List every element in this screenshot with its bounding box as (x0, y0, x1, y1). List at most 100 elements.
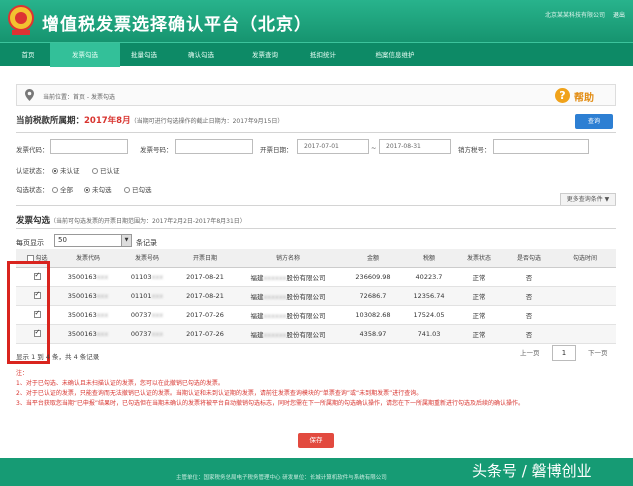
radio-unauthenticated[interactable]: 未认证 (52, 165, 80, 175)
redacted-text: xxxxxx (263, 311, 287, 320)
radio-all[interactable]: 全部 (52, 184, 73, 194)
nav-item-archive-maintenance[interactable]: 档案信息维护 (360, 43, 430, 67)
cell-number: 00737xxx (118, 305, 176, 325)
cell-amount: 4358.97 (342, 324, 404, 344)
col-selected: 是否勾选 (504, 249, 554, 268)
page-number-input[interactable]: 1 (552, 345, 576, 361)
tax-emblem-icon (8, 5, 34, 35)
tax-period: 当前税款所属期：2017年8月（当期可进行勾选操作的截止日期为：2017年9月1… (16, 114, 283, 126)
cell-tax: 12356.74 (404, 286, 454, 306)
auth-status-label: 认证状态： (16, 167, 49, 175)
invoice-number-input[interactable] (175, 139, 253, 154)
table-row[interactable]: 3500163 xxx 00737xxx 2017-07-26 福建xxxxxx股… (16, 305, 616, 325)
per-page-value: 50 (58, 236, 67, 244)
seller-tax-input[interactable] (493, 139, 589, 154)
col-amount: 金额 (342, 249, 404, 268)
nav-item-deduction-stats[interactable]: 抵扣统计 (298, 43, 348, 67)
redacted-text: xxx (96, 329, 109, 338)
nav-item-confirm-select[interactable]: 确认勾选 (176, 43, 226, 67)
seller-text: 福建 (250, 330, 264, 339)
cell-selected: 否 (504, 286, 554, 306)
location-pin-icon (25, 89, 34, 101)
seller-text: 福建 (250, 311, 264, 320)
nav-item-invoice-query[interactable]: 发票查询 (240, 43, 290, 67)
cell-selected: 否 (504, 305, 554, 325)
radio-unchecked[interactable]: 未勾选 (84, 184, 112, 194)
redacted-text: xxxxxx (263, 273, 287, 282)
invoice-number-label: 发票号码： (140, 146, 173, 154)
cell-date: 2017-08-21 (176, 286, 234, 306)
user-info: 北京某某科技有限公司 (544, 12, 605, 19)
notes-block: 注： 1、对于已勾选、未确认且未扫描认证的发票，您可以在此撤销已勾选的发票。 2… (16, 369, 616, 409)
cell-number: 01101xxx (118, 286, 176, 306)
radio-label: 已勾选 (132, 186, 152, 194)
cell-date: 2017-08-21 (176, 267, 234, 287)
seller-text: 股份有限公司 (286, 330, 326, 339)
date-from-input[interactable]: 2017-07-01 (297, 139, 369, 154)
cell-time (554, 305, 616, 325)
next-page-link[interactable]: 下一页 (588, 347, 608, 357)
number-text: 00737 (130, 329, 152, 338)
seller-tax-label: 销方税号： (458, 146, 491, 154)
prev-page-link[interactable]: 上一页 (520, 347, 540, 357)
invoice-table: 勾选 发票代码 发票号码 开票日期 销方名称 金额 税额 发票状态 是否勾选 勾… (16, 249, 616, 344)
issue-date-label: 开票日期： (260, 146, 293, 154)
cell-seller: 福建xxxxxx股份有限公司 (234, 286, 342, 306)
nav-item-home[interactable]: 首页 (8, 43, 48, 67)
redacted-text: xxx (151, 310, 164, 319)
seller-text: 股份有限公司 (286, 311, 326, 320)
radio-dot (84, 187, 90, 193)
section-title-text: 发票勾选 (16, 216, 51, 226)
per-page-label: 每页显示 (16, 239, 44, 247)
number-text: 00737 (130, 310, 152, 319)
radio-checked[interactable]: 已勾选 (124, 184, 152, 194)
redacted-text: xxx (151, 291, 164, 300)
col-seller: 销方名称 (234, 249, 342, 268)
code-text: 3500163 (67, 291, 97, 300)
table-row[interactable]: 3500163xxx 00737xxx 2017-07-26 福建xxxxxx股… (16, 324, 616, 344)
code-text: 3500163 (67, 272, 97, 281)
breadcrumb-text: 当前位置：首页 - 发票勾选 (43, 94, 115, 101)
help-label: 帮助 (574, 93, 594, 104)
seller-text: 福建 (250, 273, 264, 282)
nav-item-batch-select[interactable]: 批量勾选 (122, 43, 166, 67)
code-text: 3500163 (67, 329, 97, 338)
tax-period-note: （当期可进行勾选操作的截止日期为：2017年9月15日） (130, 118, 284, 125)
cell-seller: 福建xxxxxx股份有限公司 (234, 267, 342, 287)
main-nav: 首页 发票勾选 批量勾选 确认勾选 发票查询 抵扣统计 档案信息维护 (0, 42, 633, 67)
notes-title: 注： (16, 370, 29, 377)
col-date: 开票日期 (176, 249, 234, 268)
cell-date: 2017-07-26 (176, 305, 234, 325)
radio-authenticated[interactable]: 已认证 (92, 165, 120, 175)
table-header-row: 勾选 发票代码 发票号码 开票日期 销方名称 金额 税额 发票状态 是否勾选 勾… (16, 249, 616, 268)
query-button[interactable]: 查询 (575, 114, 613, 129)
radio-dot (52, 168, 58, 174)
nav-item-invoice-select[interactable]: 发票勾选 (50, 43, 120, 67)
logout-link[interactable]: 退出 (613, 10, 625, 19)
cell-tax: 741.03 (404, 324, 454, 344)
code-text: 3500163 (67, 310, 97, 319)
help-button[interactable]: ? 帮助 (555, 88, 605, 104)
per-page-select[interactable]: 50 ▼ (54, 234, 132, 247)
number-text: 01101 (130, 291, 152, 300)
cell-tax: 40223.7 (404, 267, 454, 287)
col-tax: 税额 (404, 249, 454, 268)
redacted-text: xxx (151, 272, 164, 281)
invoice-code-input[interactable] (50, 139, 128, 154)
cell-selected: 否 (504, 267, 554, 287)
divider (16, 205, 616, 206)
table-row[interactable]: 3500163 xxx 01101xxx 2017-08-21 福建xxxxxx股… (16, 286, 616, 306)
note-line: 2、对于已认证的发票，只能查询而无法撤销已认证的发票。当期认证和未到认证期的发票… (16, 390, 423, 397)
date-separator: ~ (371, 144, 377, 152)
cell-seller: 福建xxxxxx股份有限公司 (234, 305, 342, 325)
col-number: 发票号码 (118, 249, 176, 268)
cell-time (554, 324, 616, 344)
cell-seller: 福建xxxxxx股份有限公司 (234, 324, 342, 344)
col-status: 发票状态 (454, 249, 504, 268)
save-button[interactable]: 保存 (298, 433, 334, 448)
date-to-input[interactable]: 2017-08-31 (379, 139, 451, 154)
radio-dot (124, 187, 130, 193)
radio-label: 已认证 (100, 167, 120, 175)
seller-text: 福建 (250, 292, 264, 301)
table-row[interactable]: 3500163xxx 01103xxx 2017-08-21 福建xxxxxx股… (16, 267, 616, 287)
